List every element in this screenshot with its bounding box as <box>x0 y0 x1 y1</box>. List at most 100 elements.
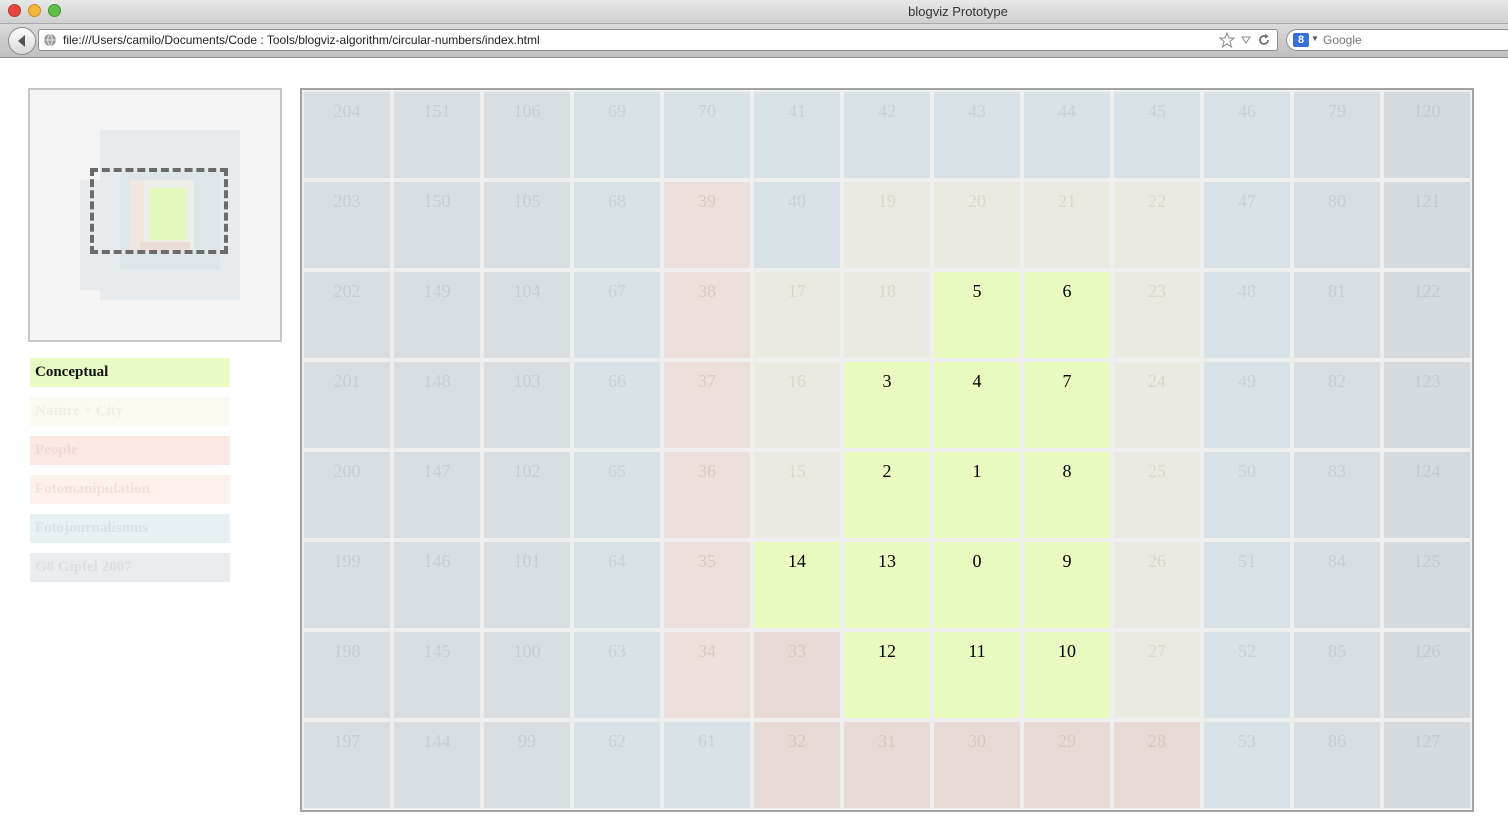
grid-cell[interactable]: 147 <box>394 452 480 538</box>
grid-cell[interactable]: 123 <box>1384 362 1470 448</box>
grid-cell[interactable]: 100 <box>484 632 570 718</box>
grid-cell[interactable]: 29 <box>1024 722 1110 808</box>
grid-cell[interactable]: 22 <box>1114 182 1200 268</box>
history-dropdown-icon[interactable] <box>1241 35 1251 45</box>
grid-cell[interactable]: 104 <box>484 272 570 358</box>
grid-cell[interactable]: 28 <box>1114 722 1200 808</box>
grid-cell[interactable]: 39 <box>664 182 750 268</box>
grid-cell[interactable]: 83 <box>1294 452 1380 538</box>
grid-cell[interactable]: 200 <box>304 452 390 538</box>
grid-cell[interactable]: 32 <box>754 722 840 808</box>
grid-cell[interactable]: 102 <box>484 452 570 538</box>
grid-cell[interactable]: 37 <box>664 362 750 448</box>
bookmark-star-icon[interactable] <box>1219 32 1235 48</box>
google-icon[interactable]: 8 <box>1293 33 1309 47</box>
grid-cell[interactable]: 126 <box>1384 632 1470 718</box>
legend-item-people[interactable]: People <box>30 436 230 465</box>
grid-cell[interactable]: 4 <box>934 362 1020 448</box>
grid-cell[interactable]: 197 <box>304 722 390 808</box>
grid-cell[interactable]: 35 <box>664 542 750 628</box>
legend-item-fotomanipulation[interactable]: Fotomanipulation <box>30 475 230 504</box>
grid-cell[interactable]: 20 <box>934 182 1020 268</box>
grid-cell[interactable]: 148 <box>394 362 480 448</box>
legend-item-conceptual[interactable]: Conceptual <box>30 358 230 387</box>
grid-cell[interactable]: 15 <box>754 452 840 538</box>
grid-cell[interactable]: 63 <box>574 632 660 718</box>
grid-cell[interactable]: 122 <box>1384 272 1470 358</box>
image-grid-viewport[interactable]: 204 151 106 69 70 41 42 43 44 45 46 79 120 203 150 105 6… <box>300 88 1474 812</box>
grid-cell[interactable]: 201 <box>304 362 390 448</box>
grid-cell[interactable]: 13 <box>844 542 930 628</box>
grid-cell[interactable]: 24 <box>1114 362 1200 448</box>
grid-cell[interactable]: 86 <box>1294 722 1380 808</box>
address-bar[interactable]: file:///Users/camilo/Documents/Code : To… <box>38 29 1278 51</box>
grid-cell[interactable]: 45 <box>1114 92 1200 178</box>
grid-cell[interactable]: 120 <box>1384 92 1470 178</box>
grid-cell[interactable]: 18 <box>844 272 930 358</box>
grid-cell[interactable]: 43 <box>934 92 1020 178</box>
legend-item-g8-gipfel-2007[interactable]: G8 Gipfel 2007 <box>30 553 230 582</box>
grid-cell[interactable]: 7 <box>1024 362 1110 448</box>
grid-cell[interactable]: 66 <box>574 362 660 448</box>
grid-cell[interactable]: 84 <box>1294 542 1380 628</box>
grid-cell[interactable]: 48 <box>1204 272 1290 358</box>
grid-cell[interactable]: 204 <box>304 92 390 178</box>
grid-cell[interactable]: 68 <box>574 182 660 268</box>
grid-cell[interactable]: 144 <box>394 722 480 808</box>
grid-cell[interactable]: 14 <box>754 542 840 628</box>
grid-cell[interactable]: 44 <box>1024 92 1110 178</box>
grid-cell[interactable]: 101 <box>484 542 570 628</box>
grid-cell[interactable]: 1 <box>934 452 1020 538</box>
search-engine-dropdown-icon[interactable]: ▼ <box>1311 34 1319 43</box>
grid-cell[interactable]: 64 <box>574 542 660 628</box>
grid-cell[interactable]: 9 <box>1024 542 1110 628</box>
grid-cell[interactable]: 5 <box>934 272 1020 358</box>
grid-cell[interactable]: 67 <box>574 272 660 358</box>
legend-item-nature-city[interactable]: Nature + City <box>30 397 230 426</box>
legend-item-fotojournalismus[interactable]: Fotojournalismus <box>30 514 230 543</box>
grid-cell[interactable]: 106 <box>484 92 570 178</box>
grid-cell[interactable]: 99 <box>484 722 570 808</box>
grid-cell[interactable]: 103 <box>484 362 570 448</box>
grid-cell[interactable]: 6 <box>1024 272 1110 358</box>
grid-cell[interactable]: 30 <box>934 722 1020 808</box>
grid-cell[interactable]: 202 <box>304 272 390 358</box>
grid-cell[interactable]: 42 <box>844 92 930 178</box>
grid-cell[interactable]: 62 <box>574 722 660 808</box>
grid-cell[interactable]: 51 <box>1204 542 1290 628</box>
grid-cell[interactable]: 65 <box>574 452 660 538</box>
grid-cell[interactable]: 150 <box>394 182 480 268</box>
search-bar[interactable]: 8 ▼ Google <box>1286 29 1508 51</box>
reload-icon[interactable] <box>1257 33 1271 47</box>
grid-cell[interactable]: 47 <box>1204 182 1290 268</box>
grid-cell[interactable]: 27 <box>1114 632 1200 718</box>
grid-cell[interactable]: 61 <box>664 722 750 808</box>
grid-cell[interactable]: 124 <box>1384 452 1470 538</box>
grid-cell[interactable]: 2 <box>844 452 930 538</box>
grid-cell[interactable]: 151 <box>394 92 480 178</box>
grid-cell[interactable]: 85 <box>1294 632 1380 718</box>
grid-cell[interactable]: 38 <box>664 272 750 358</box>
grid-cell[interactable]: 41 <box>754 92 840 178</box>
grid-cell[interactable]: 199 <box>304 542 390 628</box>
back-button[interactable] <box>8 27 36 55</box>
grid-cell[interactable]: 127 <box>1384 722 1470 808</box>
grid-cell[interactable]: 79 <box>1294 92 1380 178</box>
grid-cell[interactable]: 33 <box>754 632 840 718</box>
grid-cell[interactable]: 10 <box>1024 632 1110 718</box>
grid-cell[interactable]: 25 <box>1114 452 1200 538</box>
grid-cell[interactable]: 12 <box>844 632 930 718</box>
url-text[interactable]: file:///Users/camilo/Documents/Code : To… <box>63 33 540 47</box>
grid-cell[interactable]: 203 <box>304 182 390 268</box>
grid-cell[interactable]: 121 <box>1384 182 1470 268</box>
grid-cell[interactable]: 149 <box>394 272 480 358</box>
grid-cell[interactable]: 21 <box>1024 182 1110 268</box>
grid-cell[interactable]: 146 <box>394 542 480 628</box>
grid-cell[interactable]: 31 <box>844 722 930 808</box>
grid-cell[interactable]: 70 <box>664 92 750 178</box>
grid-cell[interactable]: 26 <box>1114 542 1200 628</box>
grid-cell[interactable]: 46 <box>1204 92 1290 178</box>
search-placeholder[interactable]: Google <box>1323 33 1362 47</box>
grid-cell[interactable]: 36 <box>664 452 750 538</box>
grid-cell[interactable]: 53 <box>1204 722 1290 808</box>
